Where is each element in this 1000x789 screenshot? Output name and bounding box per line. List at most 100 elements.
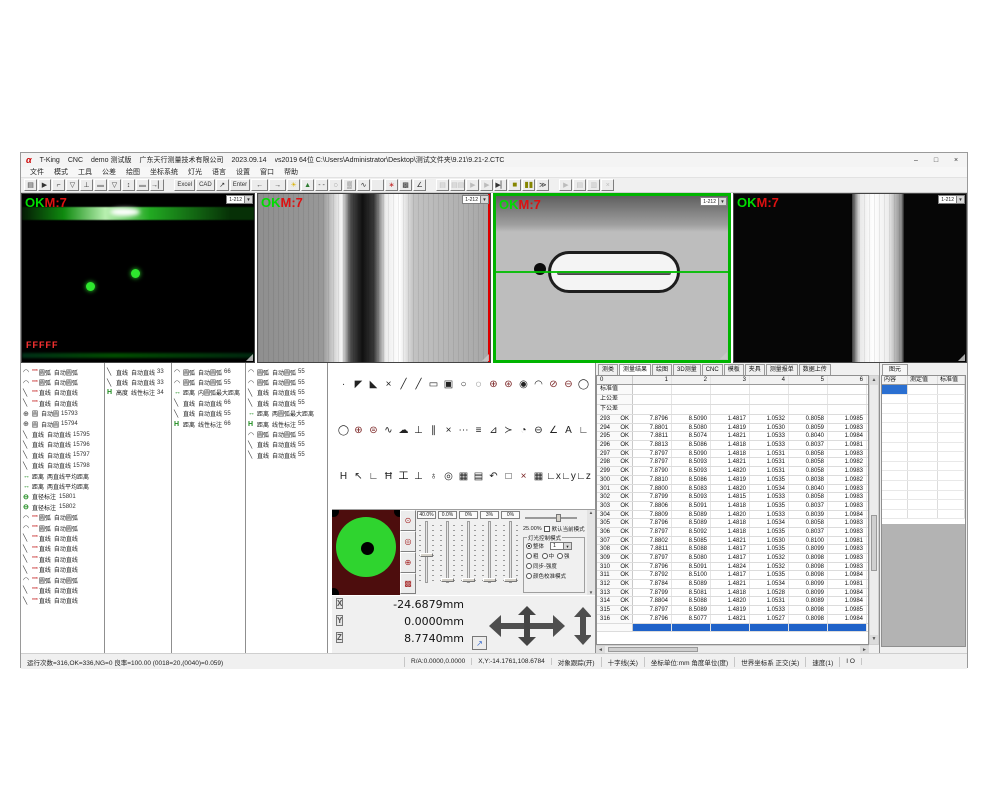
open-arc-icon[interactable]: ≻	[501, 424, 516, 439]
table-row[interactable]: 上公差	[597, 395, 868, 405]
table-row[interactable]: 标准值	[597, 385, 868, 395]
list-item[interactable]: ◠***圆弧自动圆弧	[21, 367, 104, 377]
camera-view-1[interactable]: FFFFF OKM:7 1-212▼	[21, 193, 255, 363]
panel-button[interactable]: ▬	[94, 179, 107, 191]
list-item[interactable]: ╲直线自动直线55	[172, 409, 245, 419]
table-row[interactable]: 310OK7.87968.50911.48241.05320.80981.098…	[597, 563, 868, 572]
copy-tool-icon[interactable]: ▤	[471, 470, 486, 485]
light-slider[interactable]: 3%	[479, 510, 500, 595]
table-row[interactable]: 294OK7.88018.50801.48191.05300.80591.098…	[597, 424, 868, 433]
list-item[interactable]: ╲***直线自动直线	[21, 398, 104, 408]
cross-cut-icon[interactable]: ×	[381, 378, 396, 393]
table-row[interactable]: 315OK7.87978.50891.48191.05330.80981.098…	[597, 606, 868, 615]
radio-option-中[interactable]: 中	[542, 552, 555, 560]
list-item[interactable]: ╲直线自动直线55	[246, 398, 327, 408]
camera-range-dropdown[interactable]: 1-212▼	[462, 195, 489, 204]
beam-dim-icon[interactable]: 工	[396, 470, 411, 485]
list-item[interactable]: ╲直线自动直线15795	[21, 429, 104, 439]
pick-tool-2-icon[interactable]: ◣	[366, 378, 381, 393]
menu-帮助[interactable]: 帮助	[284, 167, 298, 177]
tab-CNC[interactable]: CNC	[702, 364, 723, 375]
coord-y-icon[interactable]: ∟y	[561, 470, 576, 485]
elements-row[interactable]	[882, 404, 965, 414]
enter-button[interactable]: Enter	[230, 179, 250, 191]
circle-3d-icon[interactable]: ◎	[441, 470, 456, 485]
ring-all-button[interactable]: ⊙	[400, 510, 416, 531]
chart-button[interactable]: ∠	[413, 179, 426, 191]
width-dim-icon[interactable]: H	[336, 470, 351, 485]
jog-pad-icon[interactable]	[487, 605, 591, 647]
camera-view-3-selected[interactable]: OKM:7 1-212▼	[493, 193, 731, 363]
list-item[interactable]: ⊖直径标注15802	[21, 502, 104, 512]
scroll-up-icon[interactable]: ▲	[870, 376, 878, 385]
elements-row[interactable]	[882, 385, 965, 395]
list-item[interactable]: ╲直线自动直线33	[105, 367, 171, 377]
arrow-left-button[interactable]: ←	[251, 179, 268, 191]
ring-multi-button[interactable]: ◎	[400, 531, 416, 552]
open-button[interactable]: ▶	[38, 179, 51, 191]
list-item[interactable]: ↔距离两圆弧最大距离	[246, 409, 327, 419]
list-item[interactable]: ◠***圆弧自动圆弧	[21, 575, 104, 585]
parallel-icon[interactable]: ∥	[426, 424, 441, 439]
mode-combo[interactable]: 1▾	[550, 542, 572, 550]
table-row[interactable]: 307OK7.88028.50851.48211.05300.81001.098…	[597, 537, 868, 546]
elements-row[interactable]	[882, 395, 965, 405]
stand-circle-icon[interactable]: ♁	[426, 470, 441, 485]
circle-center-icon[interactable]: ◉	[516, 378, 531, 393]
light-bulb-button[interactable]: ☀	[287, 179, 300, 191]
corner-angle-icon[interactable]: ∟	[576, 424, 591, 439]
image-button[interactable]: ▲	[301, 179, 314, 191]
ring-light-preview[interactable]	[332, 510, 400, 595]
table-row[interactable]: 313OK7.87998.50811.48181.05280.80991.098…	[597, 589, 868, 598]
depth-dim-icon[interactable]: ⊥	[411, 470, 426, 485]
camera-view-4[interactable]: OKM:7 1-212▼	[733, 193, 967, 363]
tab-测类[interactable]: 测类	[598, 364, 618, 375]
draw-button[interactable]: ↗	[216, 179, 229, 191]
list-item[interactable]: ◠***圆弧自动圆弧	[21, 512, 104, 522]
tab-夹具[interactable]: 夹具	[745, 364, 765, 375]
step-button[interactable]: →▏	[150, 179, 164, 191]
table-row[interactable]: 296OK7.88138.50861.48181.05330.80371.098…	[597, 441, 868, 450]
dither-button[interactable]: ▩	[399, 179, 412, 191]
table-row[interactable]: 306OK7.87978.50921.48181.05350.80371.098…	[597, 528, 868, 537]
list-item[interactable]: ⊕圆自动圆15794	[21, 419, 104, 429]
menu-语言[interactable]: 语言	[212, 167, 226, 177]
minimize-button[interactable]: –	[910, 157, 922, 164]
light-slider[interactable]: 0%	[500, 510, 521, 595]
tab-数据上传[interactable]: 数据上传	[799, 364, 831, 375]
table-row[interactable]: 下公差	[597, 405, 868, 415]
table-row[interactable]: 308OK7.88118.50881.48171.05350.80991.098…	[597, 545, 868, 554]
list-item[interactable]: ↔距离两直线平均距离	[21, 481, 104, 491]
arrow-right-button[interactable]: →	[269, 179, 286, 191]
list-item[interactable]: ╲直线自动直线66	[172, 398, 245, 408]
perpendicular-icon[interactable]: ⊥	[411, 424, 426, 439]
list-item[interactable]: ↔距离两直线平均距离	[21, 471, 104, 481]
menu-模式[interactable]: 模式	[54, 167, 68, 177]
path-button[interactable]: ⌐	[52, 179, 65, 191]
table-row[interactable]: 293OK7.87968.50901.48171.05320.80581.098…	[597, 415, 868, 424]
selection-row[interactable]	[597, 624, 868, 633]
radio-option-颜色校准模式[interactable]: 颜色校准模式	[526, 572, 566, 580]
menu-工具[interactable]: 工具	[78, 167, 92, 177]
point-icon[interactable]: ∙	[336, 378, 351, 393]
camera-range-dropdown[interactable]: 1-212▼	[226, 195, 253, 204]
elements-row[interactable]	[882, 471, 965, 481]
line-tool-icon[interactable]: ╱	[396, 378, 411, 393]
table-row[interactable]: 295OK7.88118.50741.48211.05330.80401.098…	[597, 432, 868, 441]
menu-灯光[interactable]: 灯光	[188, 167, 202, 177]
slider-thumb[interactable]	[441, 578, 454, 582]
updown-button[interactable]: ↕	[122, 179, 135, 191]
resize-grip-icon[interactable]	[958, 354, 965, 361]
list-item[interactable]: ╲直线自动直线33	[105, 377, 171, 387]
table-row[interactable]: 314OK7.88048.50881.48201.05310.80891.098…	[597, 597, 868, 606]
blank-button[interactable]	[371, 179, 384, 191]
list-item[interactable]: ╲***直线自动直线	[21, 585, 104, 595]
options-scrollbar[interactable]: ▲▼	[587, 510, 595, 595]
slider-thumb[interactable]	[504, 578, 517, 582]
ellipse-2-icon[interactable]: ◯	[336, 424, 351, 439]
list-item[interactable]: ◠圆弧自动圆弧55	[246, 377, 327, 387]
menu-绘图[interactable]: 绘图	[126, 167, 140, 177]
circle-cross-2-icon[interactable]: ⊛	[501, 378, 516, 393]
table-row[interactable]: 297OK7.87978.50901.48181.05310.80581.098…	[597, 450, 868, 459]
circle-quarter-icon[interactable]: ◔	[516, 424, 531, 439]
